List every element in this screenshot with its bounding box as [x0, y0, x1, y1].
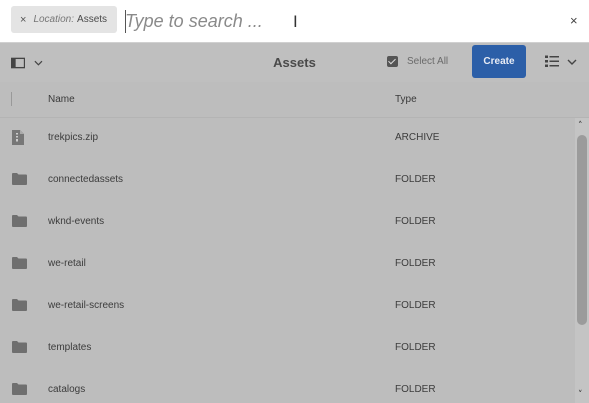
column-header-name[interactable]: Name [48, 94, 75, 105]
location-filter-tag: × Location: Assets [11, 6, 117, 33]
list-item[interactable]: templates FOLDER [0, 328, 575, 370]
remove-tag-icon[interactable]: × [20, 14, 26, 26]
list-item[interactable]: catalogs FOLDER [0, 370, 575, 403]
tag-label: Location: [33, 14, 75, 25]
asset-type: FOLDER [395, 216, 436, 227]
folder-icon [12, 340, 27, 358]
asset-name: templates [48, 342, 92, 353]
asset-name: trekpics.zip [48, 132, 99, 143]
select-all-button[interactable]: Select All [387, 56, 448, 67]
list-view-icon [545, 55, 559, 67]
checkbox-icon [387, 56, 398, 67]
scroll-up-icon[interactable]: ˄ [578, 121, 583, 131]
scrollbar[interactable]: ˄ ˅ [575, 118, 589, 403]
asset-name: we-retail-screens [48, 300, 125, 311]
text-cursor-icon: I [293, 12, 298, 31]
select-all-label: Select All [407, 56, 449, 67]
list-item[interactable]: wknd-events FOLDER [0, 202, 575, 244]
list-item[interactable]: we-retail-screens FOLDER [0, 286, 575, 328]
search-input[interactable] [125, 7, 425, 35]
asset-type: FOLDER [395, 384, 436, 395]
asset-type: FOLDER [395, 174, 436, 185]
asset-type: FOLDER [395, 342, 436, 353]
list-header: Name Type [0, 82, 589, 118]
asset-name: wknd-events [48, 216, 105, 227]
scroll-down-icon[interactable]: ˅ [578, 390, 583, 400]
close-search-button[interactable]: × [570, 13, 578, 28]
chevron-down-icon [567, 59, 577, 65]
asset-type: FOLDER [395, 258, 436, 269]
text-caret [125, 10, 126, 33]
folder-icon [12, 382, 27, 400]
column-header-type[interactable]: Type [395, 94, 417, 105]
asset-list: trekpics.zip ARCHIVE connectedassets FOL… [0, 118, 575, 403]
list-item[interactable]: trekpics.zip ARCHIVE [0, 118, 575, 160]
folder-icon [12, 214, 27, 232]
select-column [11, 92, 21, 106]
view-switcher[interactable] [545, 55, 577, 68]
asset-type: FOLDER [395, 300, 436, 311]
list-item[interactable]: connectedassets FOLDER [0, 160, 575, 202]
asset-type: ARCHIVE [395, 132, 440, 143]
create-button[interactable]: Create [472, 45, 526, 78]
folder-icon [12, 256, 27, 274]
asset-name: catalogs [48, 384, 86, 395]
zip-file-icon [12, 130, 24, 150]
folder-icon [12, 298, 27, 316]
folder-icon [12, 172, 27, 190]
tag-value: Assets [77, 14, 108, 25]
scrollbar-thumb[interactable] [577, 135, 587, 325]
asset-name: connectedassets [48, 174, 124, 185]
list-item[interactable]: we-retail FOLDER [0, 244, 575, 286]
asset-name: we-retail [48, 258, 86, 269]
omnisearch-bar: × Location: Assets I × [0, 0, 589, 43]
